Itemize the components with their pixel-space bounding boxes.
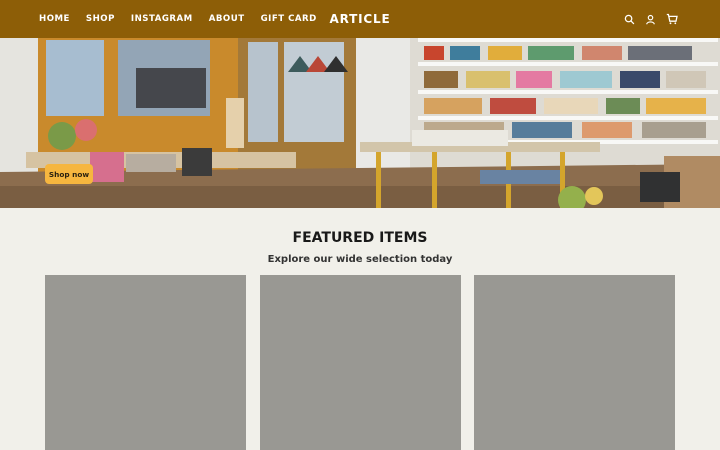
product-card[interactable] (260, 275, 461, 450)
featured-subtitle: Explore our wide selection today (267, 254, 453, 265)
product-card[interactable] (474, 275, 675, 450)
nav-home[interactable]: HOME (39, 14, 70, 24)
featured-section: FEATURED ITEMS Explore our wide selectio… (0, 208, 720, 450)
featured-title: FEATURED ITEMS (292, 230, 428, 246)
cart-icon[interactable] (665, 13, 678, 26)
product-card[interactable] (45, 275, 246, 450)
site-header: HOME SHOP INSTAGRAM ABOUT GIFT CARD ARTI… (0, 0, 720, 38)
search-icon[interactable] (623, 13, 636, 26)
hero-shop-photo (0, 38, 720, 208)
shop-now-button[interactable]: Shop now (45, 164, 93, 184)
account-icon[interactable] (644, 13, 657, 26)
main-nav: HOME SHOP INSTAGRAM ABOUT GIFT CARD (39, 0, 333, 38)
nav-about[interactable]: ABOUT (209, 14, 245, 24)
hero-banner: Shop now (0, 38, 720, 208)
nav-instagram[interactable]: INSTAGRAM (131, 14, 193, 24)
nav-shop[interactable]: SHOP (86, 14, 115, 24)
header-actions (623, 0, 678, 38)
nav-gift-card[interactable]: GIFT CARD (261, 14, 317, 24)
